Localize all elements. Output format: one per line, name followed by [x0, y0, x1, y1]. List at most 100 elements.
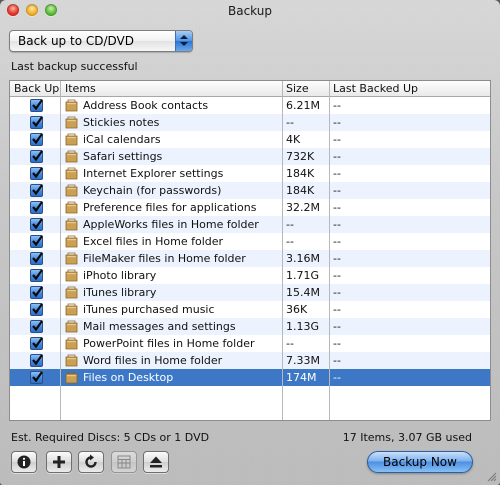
item-size: -- [286, 235, 294, 248]
window-title: Backup [228, 4, 272, 18]
checkmark-icon [32, 371, 43, 383]
backup-checkbox[interactable] [30, 337, 43, 350]
backup-checkbox[interactable] [30, 286, 43, 299]
table-row[interactable]: Internet Explorer settings 184K -- [10, 165, 490, 182]
item-last-backed-up: -- [333, 286, 341, 299]
backup-now-button[interactable]: Backup Now [367, 451, 473, 473]
add-icon [53, 456, 65, 468]
table-row[interactable]: Keychain (for passwords) 184K -- [10, 182, 490, 199]
backup-checkbox[interactable] [30, 201, 43, 214]
checkmark-icon [32, 116, 43, 128]
table-row[interactable]: Files on Desktop 174M -- [10, 369, 490, 386]
table-row[interactable]: iCal calendars 4K -- [10, 131, 490, 148]
folder-icon [65, 268, 78, 282]
item-size: 184K [286, 167, 315, 180]
column-header-last-backed-up[interactable]: Last Backed Up [333, 82, 418, 95]
backup-checkbox[interactable] [30, 184, 43, 197]
item-name: Excel files in Home folder [83, 235, 224, 248]
table-row[interactable]: Stickies notes -- -- [10, 114, 490, 131]
table-row[interactable]: Excel files in Home folder -- -- [10, 233, 490, 250]
backup-checkbox[interactable] [30, 371, 43, 384]
table-row[interactable]: Address Book contacts 6.21M -- [10, 97, 490, 114]
column-header-items[interactable]: Items [65, 82, 96, 95]
item-size: -- [286, 337, 294, 350]
item-name: Word files in Home folder [83, 354, 223, 367]
checkmark-icon [32, 303, 43, 315]
item-name: iTunes purchased music [83, 303, 215, 316]
folder-icon [65, 302, 78, 316]
backup-checkbox[interactable] [30, 133, 43, 146]
item-size: 1.13G [286, 320, 320, 333]
item-name: Safari settings [83, 150, 163, 163]
folder-icon [65, 319, 78, 333]
backup-window: Backup Back up to CD/DVD Last backup suc… [0, 0, 500, 485]
item-last-backed-up: -- [333, 116, 341, 129]
item-size: 1.71G [286, 269, 320, 282]
backup-checkbox[interactable] [30, 167, 43, 180]
backup-checkbox[interactable] [30, 235, 43, 248]
item-last-backed-up: -- [333, 150, 341, 163]
resize-grip-icon[interactable] [486, 471, 497, 482]
item-name: FileMaker files in Home folder [83, 252, 246, 265]
table-row[interactable]: Preference files for applications 32.2M -- [10, 199, 490, 216]
backup-checkbox[interactable] [30, 303, 43, 316]
item-last-backed-up: -- [333, 99, 341, 112]
checkmark-icon [32, 337, 43, 349]
folder-icon [65, 285, 78, 299]
backup-checkbox[interactable] [30, 116, 43, 129]
table-row[interactable]: Mail messages and settings 1.13G -- [10, 318, 490, 335]
item-last-backed-up: -- [333, 252, 341, 265]
item-name: Stickies notes [83, 116, 160, 129]
checkmark-icon [32, 252, 43, 264]
required-discs-text: Est. Required Discs: 5 CDs or 1 DVD [11, 431, 210, 444]
backup-checkbox[interactable] [30, 150, 43, 163]
backup-checkbox[interactable] [30, 218, 43, 231]
item-size: 174M [286, 371, 317, 384]
backup-destination-popup[interactable]: Back up to CD/DVD [9, 30, 193, 52]
item-last-backed-up: -- [333, 167, 341, 180]
info-button[interactable] [11, 451, 37, 473]
backup-checkbox[interactable] [30, 252, 43, 265]
column-header-size[interactable]: Size [286, 82, 309, 95]
backup-checkbox[interactable] [30, 320, 43, 333]
folder-icon [65, 251, 78, 265]
item-size: 7.33M [286, 354, 320, 367]
item-name: iTunes library [83, 286, 157, 299]
backup-checkbox[interactable] [30, 99, 43, 112]
table-row[interactable]: Safari settings 732K -- [10, 148, 490, 165]
backup-checkbox[interactable] [30, 269, 43, 282]
item-size: 32.2M [286, 201, 320, 214]
folder-icon [65, 183, 78, 197]
item-name: iPhoto library [83, 269, 157, 282]
table-row[interactable]: AppleWorks files in Home folder -- -- [10, 216, 490, 233]
eject-button[interactable] [143, 451, 169, 473]
table-row[interactable]: iPhoto library 1.71G -- [10, 267, 490, 284]
item-name: Internet Explorer settings [83, 167, 224, 180]
column-header-back-up[interactable]: Back Up [14, 82, 59, 95]
folder-icon [65, 217, 78, 231]
table-row[interactable]: Word files in Home folder 7.33M -- [10, 352, 490, 369]
item-size: 4K [286, 133, 301, 146]
item-size: 6.21M [286, 99, 320, 112]
item-name: PowerPoint files in Home folder [83, 337, 255, 350]
backup-checkbox[interactable] [30, 354, 43, 367]
refresh-button[interactable] [78, 451, 104, 473]
add-item-button[interactable] [46, 451, 72, 473]
folder-icon [65, 115, 78, 129]
item-last-backed-up: -- [333, 337, 341, 350]
refresh-icon [85, 454, 97, 468]
item-last-backed-up: -- [333, 218, 341, 231]
table-row[interactable]: iTunes purchased music 36K -- [10, 301, 490, 318]
checkmark-icon [32, 201, 43, 213]
item-last-backed-up: -- [333, 354, 341, 367]
table-row[interactable]: FileMaker files in Home folder 3.16M -- [10, 250, 490, 267]
item-last-backed-up: -- [333, 201, 341, 214]
schedule-button[interactable] [111, 451, 137, 473]
table-row[interactable]: iTunes library 15.4M -- [10, 284, 490, 301]
table-row[interactable]: PowerPoint files in Home folder -- -- [10, 335, 490, 352]
item-name: iCal calendars [83, 133, 161, 146]
item-last-backed-up: -- [333, 320, 341, 333]
checkmark-icon [32, 167, 43, 179]
checkmark-icon [32, 184, 43, 196]
folder-icon [65, 353, 78, 367]
